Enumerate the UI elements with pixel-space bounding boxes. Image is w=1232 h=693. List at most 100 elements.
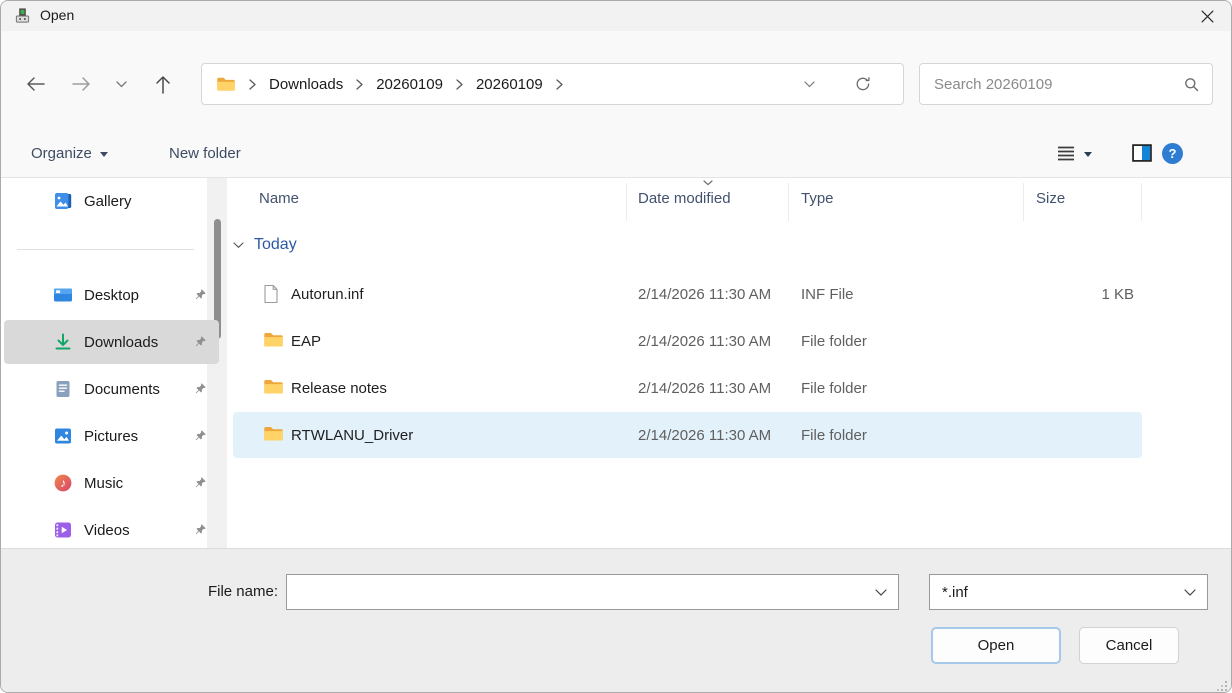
file-size (1036, 365, 1134, 411)
view-mode-button[interactable] (1057, 129, 1092, 177)
pin-icon (194, 288, 207, 301)
column-header-date-modified[interactable]: Date modified (638, 190, 731, 207)
chevron-down-icon (1184, 589, 1196, 597)
refresh-icon (855, 76, 871, 92)
folder-icon (263, 331, 284, 348)
pin-icon (194, 523, 207, 536)
folder-icon (263, 378, 284, 395)
help-icon: ? (1162, 143, 1183, 164)
breadcrumb-segment[interactable]: Downloads (269, 76, 343, 93)
column-divider[interactable] (788, 183, 789, 221)
pictures-icon (53, 426, 73, 446)
table-row[interactable]: Release notes 2/14/2026 11:30 AM File fo… (233, 365, 1142, 411)
help-button[interactable]: ? (1162, 129, 1183, 177)
pin-icon (194, 335, 207, 348)
breadcrumb-chevron-icon[interactable] (249, 79, 256, 90)
file-name: Autorun.inf (291, 271, 364, 317)
file-list: Name Date modified Type Size Today (231, 178, 1229, 548)
search-input[interactable] (920, 64, 1212, 104)
group-label: Today (254, 236, 297, 254)
breadcrumb-segment[interactable]: 20260109 (476, 76, 543, 93)
file-size (1036, 318, 1134, 364)
breadcrumb-chevron-icon[interactable] (456, 79, 463, 90)
gallery-icon (53, 191, 73, 211)
forward-button[interactable] (59, 63, 103, 105)
column-divider[interactable] (626, 183, 627, 221)
address-dropdown-button[interactable] (804, 64, 815, 104)
file-size (1036, 412, 1134, 458)
column-divider[interactable] (1141, 183, 1142, 221)
window-title: Open (40, 7, 74, 23)
table-row-highlighted[interactable]: RTWLANU_Driver 2/14/2026 11:30 AM File f… (233, 412, 1142, 458)
table-row[interactable]: Autorun.inf 2/14/2026 11:30 AM INF File … (233, 271, 1142, 317)
refresh-button[interactable] (855, 64, 871, 104)
chevron-down-icon[interactable] (875, 589, 887, 597)
sidebar-item-gallery[interactable]: Gallery (4, 179, 219, 223)
file-date-modified: 2/14/2026 11:30 AM (638, 365, 771, 411)
file-size: 1 KB (1036, 271, 1134, 317)
forward-arrow-icon (72, 76, 91, 92)
sidebar-item-label: Videos (84, 522, 130, 539)
up-arrow-icon (155, 75, 171, 94)
open-button-label: Open (978, 637, 1015, 654)
sidebar-item-videos[interactable]: Videos (4, 508, 219, 552)
sidebar-item-documents[interactable]: Documents (4, 367, 219, 411)
column-header-type[interactable]: Type (801, 190, 834, 207)
sidebar-item-downloads[interactable]: Downloads (4, 320, 219, 364)
file-icon (263, 284, 279, 304)
sidebar-item-label: Documents (84, 381, 160, 398)
file-date-modified: 2/14/2026 11:30 AM (638, 318, 771, 364)
music-icon: ♪ (53, 473, 73, 493)
column-divider[interactable] (1023, 183, 1024, 221)
sidebar-item-music[interactable]: ♪ Music (4, 461, 219, 505)
pin-icon (194, 429, 207, 442)
open-dialog: Open (0, 0, 1232, 693)
table-row[interactable]: EAP 2/14/2026 11:30 AM File folder (233, 318, 1142, 364)
new-folder-button[interactable]: New folder (169, 129, 241, 177)
sidebar-item-pictures[interactable]: Pictures (4, 414, 219, 458)
file-name-input[interactable] (287, 575, 868, 609)
breadcrumb-segment[interactable]: 20260109 (376, 76, 443, 93)
file-type-select[interactable]: *.inf (929, 574, 1208, 610)
videos-icon (53, 520, 73, 540)
recent-locations-button[interactable] (107, 63, 135, 105)
dialog-footer: File name: *.inf Open Cancel (1, 548, 1231, 693)
pin-icon (194, 382, 207, 395)
organize-label: Organize (31, 145, 92, 162)
sidebar-item-label: Music (84, 475, 123, 492)
file-type: File folder (801, 412, 867, 458)
address-bar[interactable]: Downloads 20260109 20260109 (201, 63, 904, 105)
sidebar-item-desktop[interactable]: Desktop (4, 273, 219, 317)
sidebar-item-label: Desktop (84, 287, 139, 304)
hardware-install-icon (14, 7, 31, 24)
preview-pane-button[interactable] (1132, 129, 1152, 177)
navigation-bar: Downloads 20260109 20260109 (1, 31, 1231, 129)
file-type: File folder (801, 365, 867, 411)
desktop-icon (53, 285, 73, 305)
group-header-today[interactable]: Today (233, 230, 297, 260)
file-name: Release notes (291, 365, 387, 411)
up-button[interactable] (141, 63, 185, 105)
open-button[interactable]: Open (931, 627, 1061, 664)
sidebar-item-label: Gallery (84, 193, 132, 210)
cancel-button[interactable]: Cancel (1079, 627, 1179, 664)
chevron-down-icon (233, 242, 244, 249)
resize-grip[interactable] (1215, 679, 1228, 692)
breadcrumb-chevron-icon[interactable] (356, 79, 363, 90)
close-button[interactable] (1184, 1, 1231, 31)
list-view-icon (1057, 146, 1075, 161)
organize-button[interactable]: Organize (31, 129, 108, 177)
column-header-size[interactable]: Size (1036, 190, 1065, 207)
back-button[interactable] (13, 63, 57, 105)
content-area: Gallery Desktop (1, 178, 1231, 548)
back-arrow-icon (26, 76, 45, 92)
file-name: RTWLANU_Driver (291, 412, 413, 458)
sidebar-item-label: Pictures (84, 428, 138, 445)
downloads-icon (53, 332, 73, 352)
file-name-label: File name: (101, 574, 278, 610)
column-header-name[interactable]: Name (259, 190, 299, 207)
sort-indicator-icon (703, 180, 713, 186)
sidebar-divider (17, 249, 194, 250)
breadcrumb-chevron-icon[interactable] (556, 79, 563, 90)
title-bar: Open (1, 1, 1231, 31)
